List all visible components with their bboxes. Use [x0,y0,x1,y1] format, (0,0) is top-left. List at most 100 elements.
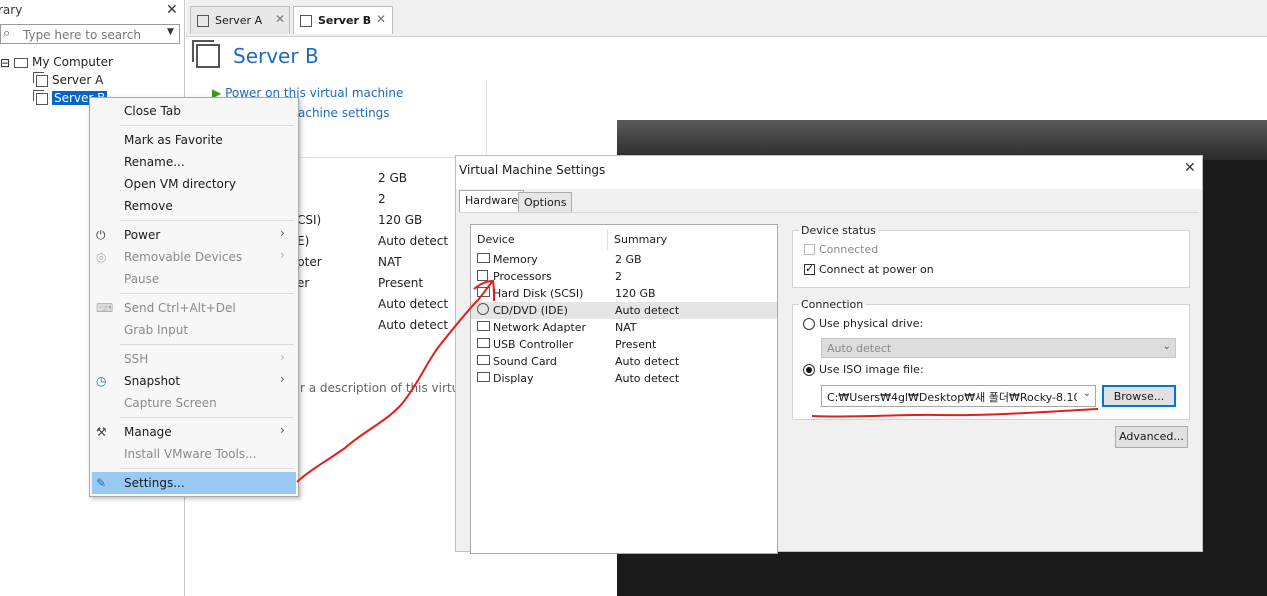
device-name: CD/DVD (IDE) [493,304,568,317]
summary-value: 2 [378,192,386,206]
cd-dvd-icon [477,303,489,315]
device-row-memory[interactable]: Memory 2 GB [471,251,777,268]
device-summary: NAT [615,321,637,334]
vm-icon [33,71,48,87]
network-adapter-icon [477,321,490,331]
close-icon[interactable]: ✕ [1184,160,1196,176]
physical-drive-value: Auto detect [827,342,892,355]
device-row-display[interactable]: Display Auto detect [471,370,777,387]
iso-path-value: C:₩Users₩4gl₩Desktop₩새 폴더₩Rocky-8.10-x8 [827,391,1077,404]
summary-value: NAT [378,255,402,269]
vm-tab-icon [197,15,209,27]
device-row-network-adapter[interactable]: Network Adapter NAT [471,319,777,336]
device-summary: Present [615,338,657,351]
dialog-title: Virtual Machine Settings [459,163,606,177]
use-iso-image-radio[interactable] [803,364,815,376]
dialog-body: Hardware Options Device Summary Memory 2… [456,189,1202,554]
chevron-down-icon[interactable]: ⌄ [1080,388,1091,399]
menu-separator [120,344,294,345]
tab-label: Server A [215,14,263,27]
tab-hardware[interactable]: Hardware [459,190,525,212]
menu-item-send-ctrl-alt-del: Send Ctrl+Alt+Del [124,301,236,315]
menu-item-open-vm-directory[interactable]: Open VM directory [124,177,236,191]
library-search-box[interactable]: ⌕ ▼ [0,24,180,44]
vm-title-icon [196,44,220,68]
menu-item-settings[interactable]: Settings... [124,476,185,490]
menu-item-install-vmware-tools: Install VMware Tools... [124,447,257,461]
connected-label: Connected [819,243,879,256]
menu-item-remove[interactable]: Remove [124,199,173,213]
advanced-button[interactable]: Advanced... [1115,426,1188,448]
device-row-hard-disk[interactable]: Hard Disk (SCSI) 120 GB [471,285,777,302]
library-close-icon[interactable]: ✕ [166,2,178,18]
tab-close-icon[interactable]: ✕ [275,12,285,26]
submenu-arrow-icon: › [280,372,285,386]
wrench-icon: ⚒ [96,425,107,439]
hard-disk-icon [477,287,490,297]
device-row-cd-dvd[interactable]: CD/DVD (IDE) Auto detect [471,302,777,319]
menu-item-capture-screen: Capture Screen [124,396,217,410]
menu-item-mark-favorite[interactable]: Mark as Favorite [124,133,223,147]
menu-item-close-tab[interactable]: Close Tab [124,104,181,118]
tree-item-server-a[interactable]: Server A [33,71,103,87]
device-name: Processors [493,270,552,283]
processor-icon [477,270,488,281]
menu-item-manage[interactable]: Manage [124,425,172,439]
usb-icon [477,338,490,348]
device-row-processors[interactable]: Processors 2 [471,268,777,285]
menu-separator [120,293,294,294]
device-name: USB Controller [493,338,574,351]
device-name: Memory [493,253,538,266]
device-summary: 120 GB [615,287,656,300]
summary-value: Auto detect [378,318,449,332]
vm-icon [33,89,48,105]
library-title: rary [0,3,23,17]
summary-column-header[interactable]: Summary [614,233,667,246]
menu-item-removable-devices: Removable Devices [124,250,243,264]
submenu-arrow-icon: › [280,226,285,240]
column-divider [607,229,608,251]
use-physical-drive-radio[interactable] [803,318,815,330]
tab-server-b[interactable]: Server B ✕ [293,6,393,34]
context-menu: Close Tab Mark as Favorite Rename... Ope… [89,97,299,497]
keyboard-icon: ⌨ [96,301,114,315]
tab-divider [459,212,1199,213]
connection-legend: Connection [801,298,864,311]
tree-collapse-icon[interactable]: ⊟ [0,56,10,70]
edit-settings-link[interactable]: achine settings [298,106,390,120]
tree-item-my-computer[interactable]: My Computer [14,55,113,69]
connect-at-power-on-checkbox[interactable] [804,262,815,275]
device-name: Network Adapter [493,321,587,334]
description-placeholder[interactable]: r a description of this virtua [300,381,467,395]
connect-at-power-on-label[interactable]: Connect at power on [819,263,934,276]
snapshot-icon: ◷ [96,374,107,388]
search-dropdown-icon[interactable]: ▼ [167,27,174,37]
library-search-input[interactable] [21,27,165,43]
computer-icon [14,57,28,68]
device-row-sound-card[interactable]: Sound Card Auto detect [471,353,777,370]
menu-item-pause: Pause [124,272,160,286]
menu-item-grab-input: Grab Input [124,323,189,337]
device-name: Sound Card [493,355,557,368]
use-iso-image-label[interactable]: Use ISO image file: [819,363,924,376]
menu-item-rename[interactable]: Rename... [124,155,185,169]
device-status-legend: Device status [801,224,876,237]
menu-separator [120,468,294,469]
removable-devices-icon: ◎ [96,250,107,264]
summary-value: Present [378,276,424,290]
tab-server-a[interactable]: Server A ✕ [190,6,290,34]
vm-settings-dialog: Virtual Machine Settings ✕ Hardware Opti… [455,155,1203,554]
submenu-arrow-icon: › [280,350,285,364]
menu-item-snapshot[interactable]: Snapshot [124,374,180,388]
device-row-usb-controller[interactable]: USB Controller Present [471,336,777,353]
tab-close-icon[interactable]: ✕ [376,12,386,26]
tab-options[interactable]: Options [518,192,573,212]
use-physical-drive-label[interactable]: Use physical drive: [819,317,923,330]
browse-button[interactable]: Browse... [1102,385,1176,407]
iso-path-combobox[interactable]: C:₩Users₩4gl₩Desktop₩새 폴더₩Rocky-8.10-x8 … [821,385,1096,407]
device-column-header[interactable]: Device [477,233,515,246]
device-summary: Auto detect [615,304,680,317]
divider [486,80,487,160]
tab-label: Server B [318,14,372,27]
menu-item-power[interactable]: Power [124,228,160,242]
